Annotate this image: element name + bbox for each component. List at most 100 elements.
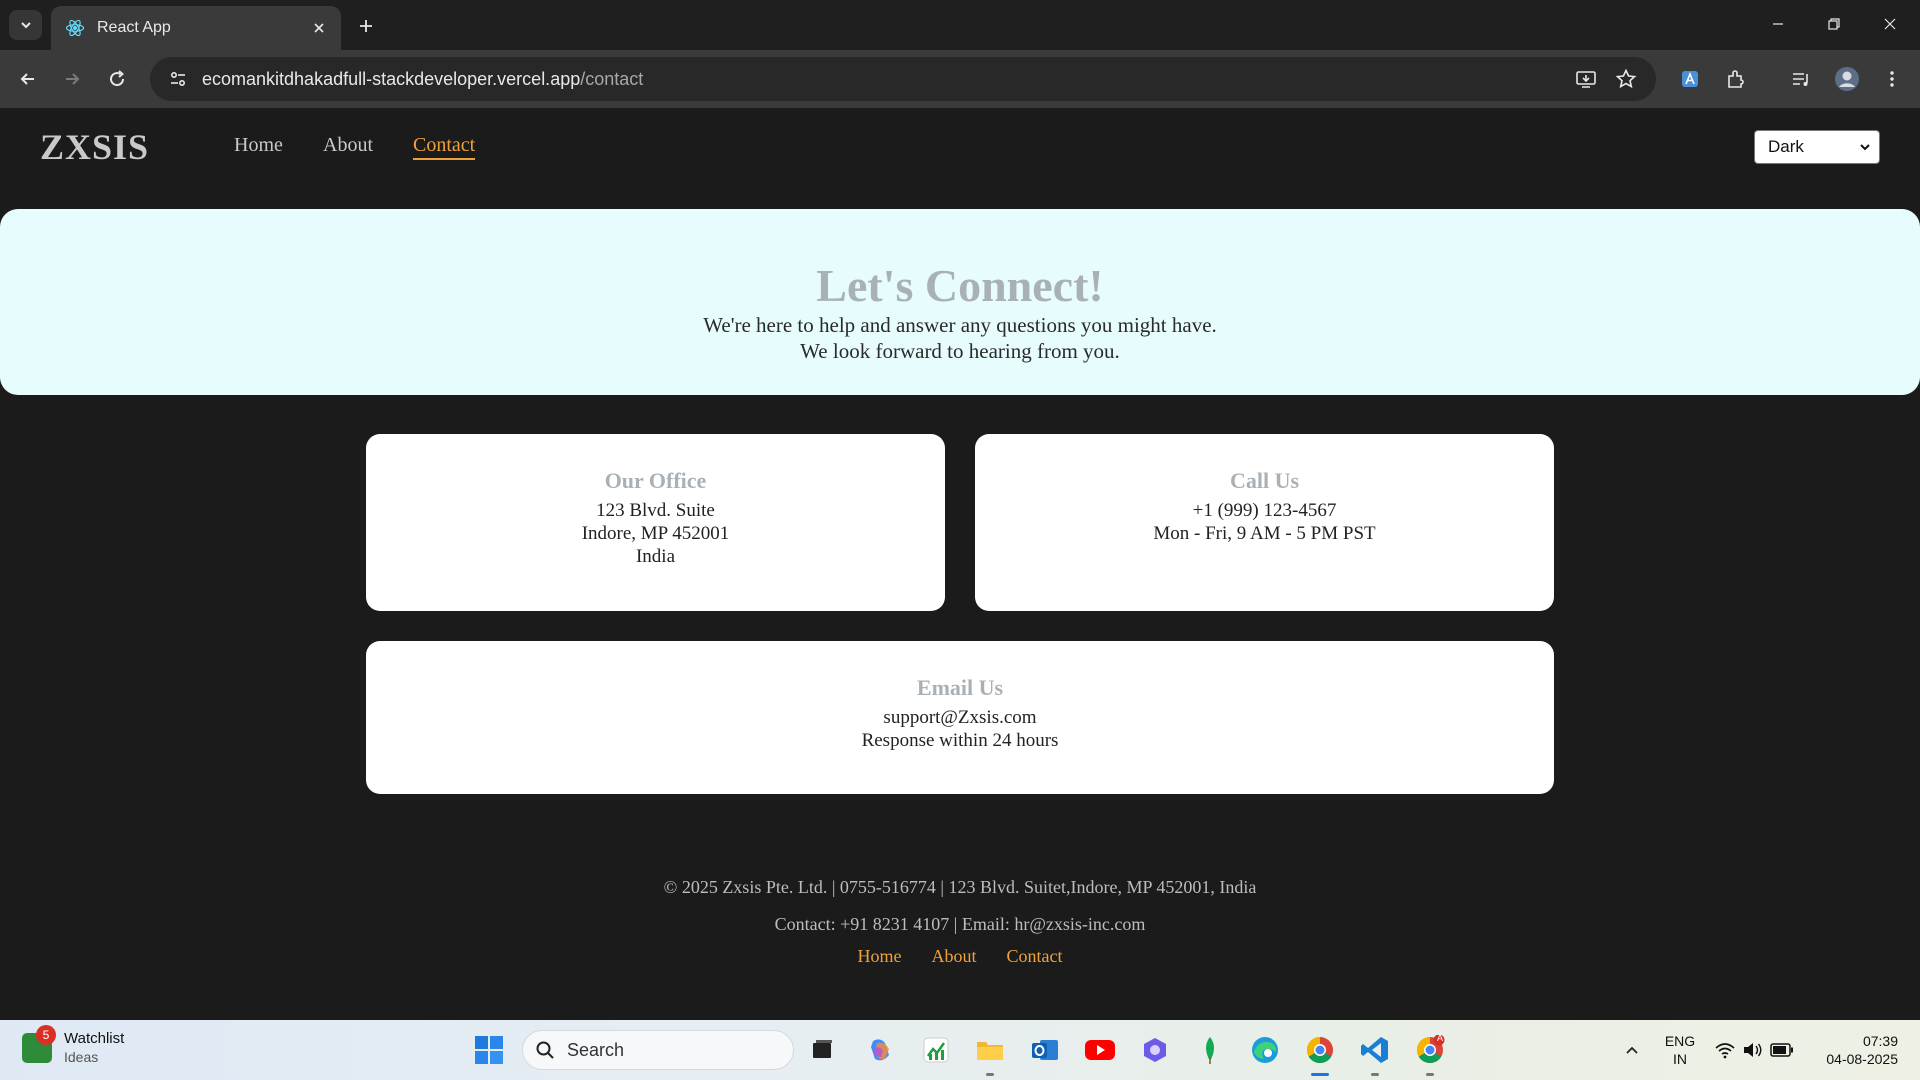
nav-about-link[interactable]: About bbox=[323, 134, 373, 157]
task-view-icon[interactable] bbox=[804, 1032, 840, 1068]
restore-button[interactable] bbox=[1806, 0, 1862, 48]
bookmark-star-icon[interactable] bbox=[1610, 63, 1642, 95]
running-indicator-active bbox=[1311, 1073, 1329, 1076]
close-window-button[interactable] bbox=[1862, 0, 1918, 48]
office-address-line: India bbox=[635, 546, 676, 567]
hero-line-2: We look forward to hearing from you. bbox=[800, 339, 1120, 363]
hero-title: Let's Connect! bbox=[816, 260, 1104, 311]
vscode-icon[interactable] bbox=[1357, 1032, 1393, 1076]
widget-title: Watchlist bbox=[64, 1030, 125, 1047]
clock-time: 07:39 bbox=[1862, 1033, 1898, 1049]
arrow-right-icon bbox=[66, 73, 80, 85]
tab-search-button[interactable] bbox=[9, 10, 42, 40]
office-address-line: 123 Blvd. Suite bbox=[596, 500, 715, 521]
footer-contact-line: Contact: +91 8231 4107 | Email: hr@zxsis… bbox=[774, 914, 1146, 934]
running-indicator bbox=[986, 1073, 994, 1076]
theme-select[interactable]: Dark bbox=[1754, 130, 1880, 164]
footer-home-link[interactable]: Home bbox=[858, 946, 902, 966]
extensions-puzzle-icon[interactable] bbox=[1720, 63, 1752, 95]
mongodb-icon[interactable] bbox=[1192, 1032, 1228, 1068]
running-indicator bbox=[1426, 1073, 1434, 1076]
browser-tab-active[interactable]: React App bbox=[51, 6, 341, 50]
edge-icon[interactable] bbox=[1247, 1032, 1283, 1068]
office-card: Our Office 123 Blvd. Suite Indore, MP 45… bbox=[366, 434, 945, 611]
wifi-icon[interactable] bbox=[1711, 1032, 1739, 1068]
restore-icon bbox=[1828, 18, 1840, 30]
email-response-time: Response within 24 hours bbox=[861, 730, 1059, 751]
chevron-down-icon bbox=[20, 22, 31, 29]
stocks-icon: 5 bbox=[22, 1025, 56, 1063]
tray-overflow-chevron-up-icon[interactable] bbox=[1614, 1032, 1650, 1068]
watchlist-widget[interactable]: 5 Watchlist Ideas bbox=[22, 1025, 125, 1066]
chrome-icon[interactable] bbox=[1302, 1032, 1338, 1076]
url-text: ecomankitdhakadfull-stackdeveloper.verce… bbox=[202, 69, 643, 90]
search-icon bbox=[536, 1041, 554, 1059]
tab-title: React App bbox=[97, 19, 171, 36]
outlook-icon[interactable] bbox=[1027, 1032, 1063, 1068]
arrow-left-icon bbox=[20, 73, 34, 85]
url-host: ecomankitdhakadfull-stackdeveloper.verce… bbox=[202, 68, 581, 89]
taskbar-search-placeholder: Search bbox=[567, 1039, 625, 1060]
browser-toolbar: ecomankitdhakadfull-stackdeveloper.verce… bbox=[0, 50, 1920, 108]
footer-links: Home About Contact bbox=[0, 946, 1920, 967]
forward-button[interactable] bbox=[56, 63, 88, 95]
clock[interactable]: 07:39 04-08-2025 bbox=[1808, 1032, 1898, 1068]
plus-icon bbox=[360, 20, 372, 32]
notification-badge: 5 bbox=[36, 1025, 56, 1045]
url-path: /contact bbox=[580, 68, 644, 89]
media-controls-icon[interactable] bbox=[1785, 63, 1817, 95]
start-button[interactable] bbox=[471, 1032, 507, 1068]
back-button[interactable] bbox=[12, 63, 44, 95]
volume-icon[interactable] bbox=[1739, 1032, 1767, 1068]
chrome-profile-badge: A bbox=[1437, 1033, 1444, 1043]
site-logo[interactable]: ZXSIS bbox=[40, 126, 149, 168]
clock-date: 04-08-2025 bbox=[1826, 1051, 1898, 1067]
windows-logo-icon bbox=[475, 1036, 503, 1064]
call-card-title: Call Us bbox=[1229, 468, 1300, 493]
minimize-button[interactable] bbox=[1750, 0, 1806, 48]
reload-icon bbox=[110, 70, 125, 87]
language-code: ENG bbox=[1664, 1033, 1696, 1049]
translate-extension-icon[interactable] bbox=[1674, 63, 1706, 95]
call-phone: +1 (999) 123-4567 bbox=[1192, 500, 1337, 521]
address-bar[interactable]: ecomankitdhakadfull-stackdeveloper.verce… bbox=[150, 57, 1656, 101]
reload-button[interactable] bbox=[101, 63, 133, 95]
email-card: Email Us support@Zxsis.com Response with… bbox=[366, 641, 1554, 794]
footer-contact-link[interactable]: Contact bbox=[1007, 946, 1063, 966]
close-icon bbox=[1884, 18, 1896, 30]
youtube-icon[interactable] bbox=[1082, 1032, 1118, 1068]
battery-icon[interactable] bbox=[1767, 1032, 1797, 1068]
copilot-icon[interactable] bbox=[862, 1032, 898, 1068]
browser-tabstrip: React App bbox=[0, 0, 1920, 50]
copilot-app-icon[interactable] bbox=[1137, 1032, 1173, 1068]
chevron-down-icon bbox=[1860, 144, 1870, 151]
site-info-icon[interactable] bbox=[156, 57, 200, 101]
site-navbar: ZXSIS Home About Contact Dark bbox=[0, 108, 1920, 188]
tab-close-icon[interactable] bbox=[307, 16, 331, 40]
call-card: Call Us +1 (999) 123-4567 Mon - Fri, 9 A… bbox=[975, 434, 1554, 611]
running-indicator bbox=[1371, 1073, 1379, 1076]
minimize-icon bbox=[1773, 23, 1783, 25]
file-explorer-icon[interactable] bbox=[972, 1032, 1008, 1076]
nav-contact-link[interactable]: Contact bbox=[413, 134, 476, 160]
email-address: support@Zxsis.com bbox=[883, 707, 1037, 728]
region-code: IN bbox=[1673, 1051, 1687, 1067]
install-app-icon[interactable] bbox=[1570, 63, 1602, 95]
profile-avatar[interactable] bbox=[1831, 63, 1863, 95]
nav-home-link[interactable]: Home bbox=[234, 134, 283, 157]
language-indicator[interactable]: ENG IN bbox=[1660, 1032, 1700, 1068]
email-card-title: Email Us bbox=[916, 675, 1004, 700]
react-icon bbox=[65, 18, 85, 38]
hero-banner: Let's Connect! We're here to help and an… bbox=[0, 209, 1920, 395]
chrome-profile-icon[interactable]: A bbox=[1412, 1032, 1448, 1076]
taskbar: 5 Watchlist Ideas Search A ENG IN 07:39 … bbox=[0, 1020, 1920, 1080]
browser-menu-icon[interactable] bbox=[1876, 63, 1908, 95]
widget-subtitle: Ideas bbox=[64, 1049, 99, 1065]
taskbar-search[interactable]: Search bbox=[522, 1030, 794, 1070]
new-tab-button[interactable] bbox=[352, 12, 380, 40]
footer-about-link[interactable]: About bbox=[932, 946, 977, 966]
footer-company-line: © 2025 Zxsis Pte. Ltd. | 0755-516774 | 1… bbox=[663, 877, 1257, 897]
stocks-app-icon[interactable] bbox=[918, 1032, 954, 1068]
hero-line-1: We're here to help and answer any questi… bbox=[703, 313, 1217, 337]
call-hours: Mon - Fri, 9 AM - 5 PM PST bbox=[1153, 523, 1376, 544]
